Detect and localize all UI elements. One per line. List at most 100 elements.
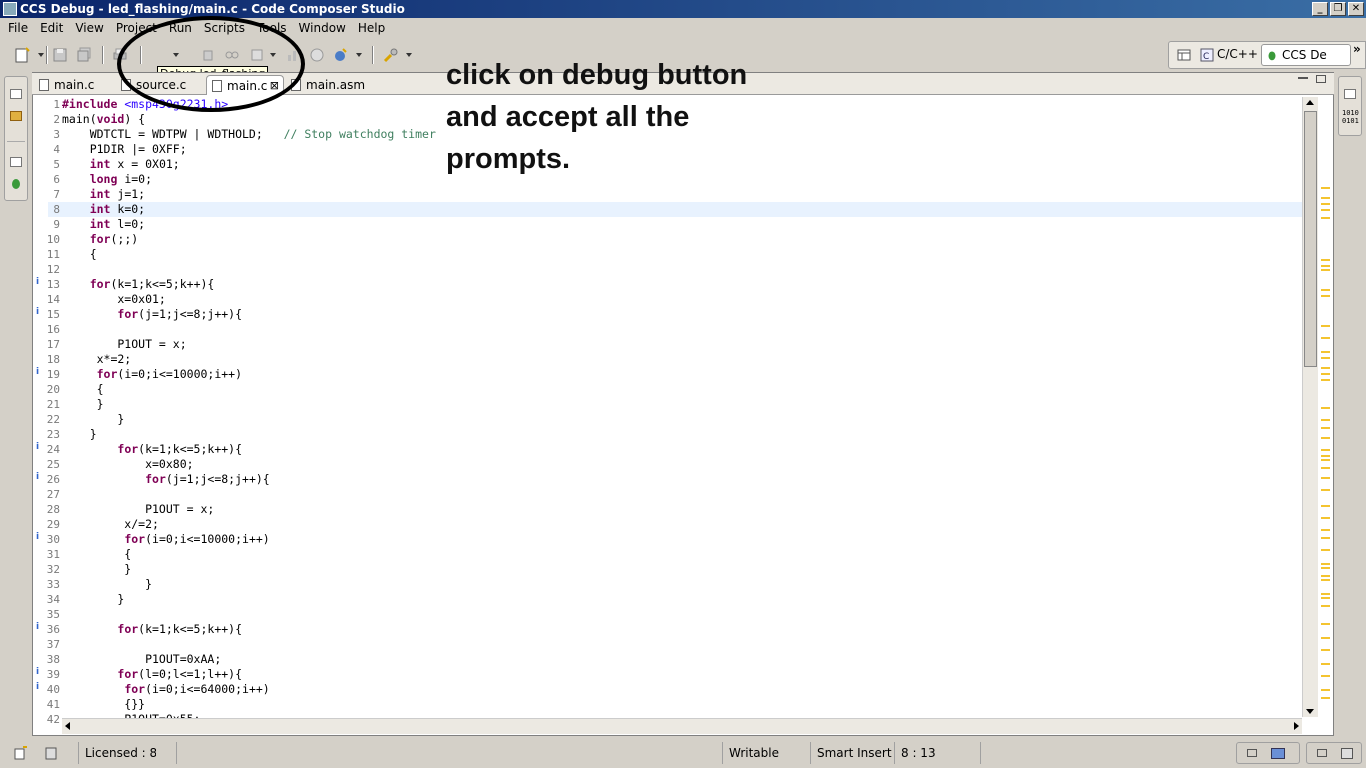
minimize-button[interactable]: _ — [1312, 2, 1328, 16]
save-icon[interactable] — [52, 47, 68, 63]
occurrence-marker[interactable] — [1321, 357, 1330, 359]
code-line[interactable]: for(l=0;l<=1;l++){ — [62, 667, 1302, 682]
occurrence-marker[interactable] — [1321, 663, 1330, 665]
search-icon[interactable] — [383, 47, 399, 63]
menu-view[interactable]: View — [69, 18, 109, 38]
occurrence-marker[interactable] — [1321, 529, 1330, 531]
occurrence-marker[interactable] — [1321, 593, 1330, 595]
occurrence-marker[interactable] — [1321, 605, 1330, 607]
restore-view-icon[interactable] — [1317, 749, 1327, 757]
open-perspective-icon[interactable] — [1177, 48, 1191, 62]
menu-file[interactable]: File — [2, 18, 34, 38]
code-line[interactable]: for(k=1;k<=5;k++){ — [62, 622, 1302, 637]
project-explorer-icon[interactable] — [10, 111, 22, 121]
scroll-up-icon[interactable] — [1306, 100, 1314, 105]
tab-main-c-1[interactable]: main.c — [34, 75, 118, 95]
code-line[interactable]: int l=0; — [62, 217, 1302, 232]
minimize-editor-icon[interactable] — [1298, 77, 1308, 79]
restore-view-icon[interactable] — [1344, 89, 1356, 99]
code-line[interactable]: x*=2; — [62, 352, 1302, 367]
code-line[interactable]: for(i=0;i<=10000;i++) — [62, 367, 1302, 382]
occurrence-marker[interactable] — [1321, 467, 1330, 469]
code-line[interactable]: P1OUT = x; — [62, 502, 1302, 517]
code-line[interactable]: } — [62, 577, 1302, 592]
code-line[interactable]: int j=1; — [62, 187, 1302, 202]
debug-view-icon[interactable] — [8, 175, 24, 191]
code-editor[interactable]: #include <msp430g2231.h> main(void) { WDT… — [62, 97, 1302, 727]
code-line[interactable] — [62, 607, 1302, 622]
occurrence-marker[interactable] — [1321, 505, 1330, 507]
occurrence-marker[interactable] — [1321, 217, 1330, 219]
restore-view-icon[interactable] — [10, 157, 22, 167]
code-line[interactable]: x=0x01; — [62, 292, 1302, 307]
occurrence-marker[interactable] — [1321, 269, 1330, 271]
occurrence-marker[interactable] — [1321, 597, 1330, 599]
menu-edit[interactable]: Edit — [34, 18, 69, 38]
perspective-cpp[interactable]: C/C++ — [1217, 47, 1258, 61]
horizontal-scrollbar[interactable] — [62, 718, 1302, 734]
code-line[interactable]: } — [62, 562, 1302, 577]
occurrence-marker[interactable] — [1321, 575, 1330, 577]
code-line[interactable]: x=0x80; — [62, 457, 1302, 472]
occurrence-marker[interactable] — [1321, 563, 1330, 565]
fast-view-icon[interactable] — [14, 746, 28, 760]
occurrence-marker[interactable] — [1321, 549, 1330, 551]
occurrence-marker[interactable] — [1321, 351, 1330, 353]
perspective-ccs-debug[interactable]: CCS De — [1261, 44, 1351, 66]
occurrence-marker[interactable] — [1321, 187, 1330, 189]
occurrence-marker[interactable] — [1321, 689, 1330, 691]
occurrence-marker[interactable] — [1321, 325, 1330, 327]
occurrence-marker[interactable] — [1321, 437, 1330, 439]
occurrence-marker[interactable] — [1321, 379, 1330, 381]
code-line[interactable]: } — [62, 427, 1302, 442]
occurrence-marker[interactable] — [1321, 259, 1330, 261]
binary-view-icon[interactable]: 1010 0101 — [1342, 109, 1359, 125]
code-line[interactable]: for(j=1;j<=8;j++){ — [62, 307, 1302, 322]
code-line[interactable]: { — [62, 247, 1302, 262]
restore-button[interactable]: ❐ — [1330, 2, 1346, 16]
occurrence-marker[interactable] — [1321, 265, 1330, 267]
occurrence-marker[interactable] — [1321, 203, 1330, 205]
code-line[interactable]: P1OUT=0xAA; — [62, 652, 1302, 667]
occurrence-marker[interactable] — [1321, 373, 1330, 375]
occurrence-marker[interactable] — [1321, 649, 1330, 651]
code-line[interactable]: for(i=0;i<=64000;i++) — [62, 682, 1302, 697]
code-line[interactable]: } — [62, 412, 1302, 427]
external-tools-icon[interactable] — [333, 47, 349, 63]
code-line[interactable]: for(k=1;k<=5;k++){ — [62, 442, 1302, 457]
scroll-down-icon[interactable] — [1306, 709, 1314, 714]
code-line[interactable]: P1OUT = x; — [62, 337, 1302, 352]
code-line[interactable]: {}} — [62, 697, 1302, 712]
occurrence-marker[interactable] — [1321, 517, 1330, 519]
memory-view-icon[interactable] — [1341, 748, 1353, 759]
occurrence-marker[interactable] — [1321, 337, 1330, 339]
vertical-scrollbar[interactable] — [1302, 97, 1318, 717]
occurrence-marker[interactable] — [1321, 489, 1330, 491]
occurrence-marker[interactable] — [1321, 579, 1330, 581]
occurrence-marker[interactable] — [1321, 459, 1330, 461]
occurrence-marker[interactable] — [1321, 419, 1330, 421]
occurrence-marker[interactable] — [1321, 295, 1330, 297]
code-line[interactable] — [62, 637, 1302, 652]
occurrence-marker[interactable] — [1321, 209, 1330, 211]
scroll-right-icon[interactable] — [1294, 722, 1299, 730]
occurrence-marker[interactable] — [1321, 289, 1330, 291]
menu-window[interactable]: Window — [293, 18, 352, 38]
code-line[interactable]: x/=2; — [62, 517, 1302, 532]
code-line[interactable] — [62, 487, 1302, 502]
code-line[interactable]: int k=0; — [62, 202, 1302, 217]
occurrence-marker[interactable] — [1321, 537, 1330, 539]
console-icon[interactable] — [1271, 748, 1285, 759]
code-line[interactable]: { — [62, 547, 1302, 562]
new-icon[interactable] — [14, 47, 30, 63]
overview-ruler[interactable] — [1318, 97, 1332, 717]
occurrence-marker[interactable] — [1321, 623, 1330, 625]
code-line[interactable]: } — [62, 592, 1302, 607]
external-tools-dropdown-icon[interactable] — [356, 53, 362, 57]
scroll-left-icon[interactable] — [65, 722, 70, 730]
occurrence-marker[interactable] — [1321, 675, 1330, 677]
close-button[interactable]: ✕ — [1348, 2, 1364, 16]
code-line[interactable] — [62, 322, 1302, 337]
restore-view-icon[interactable] — [1247, 749, 1257, 757]
scroll-thumb[interactable] — [1304, 111, 1317, 367]
